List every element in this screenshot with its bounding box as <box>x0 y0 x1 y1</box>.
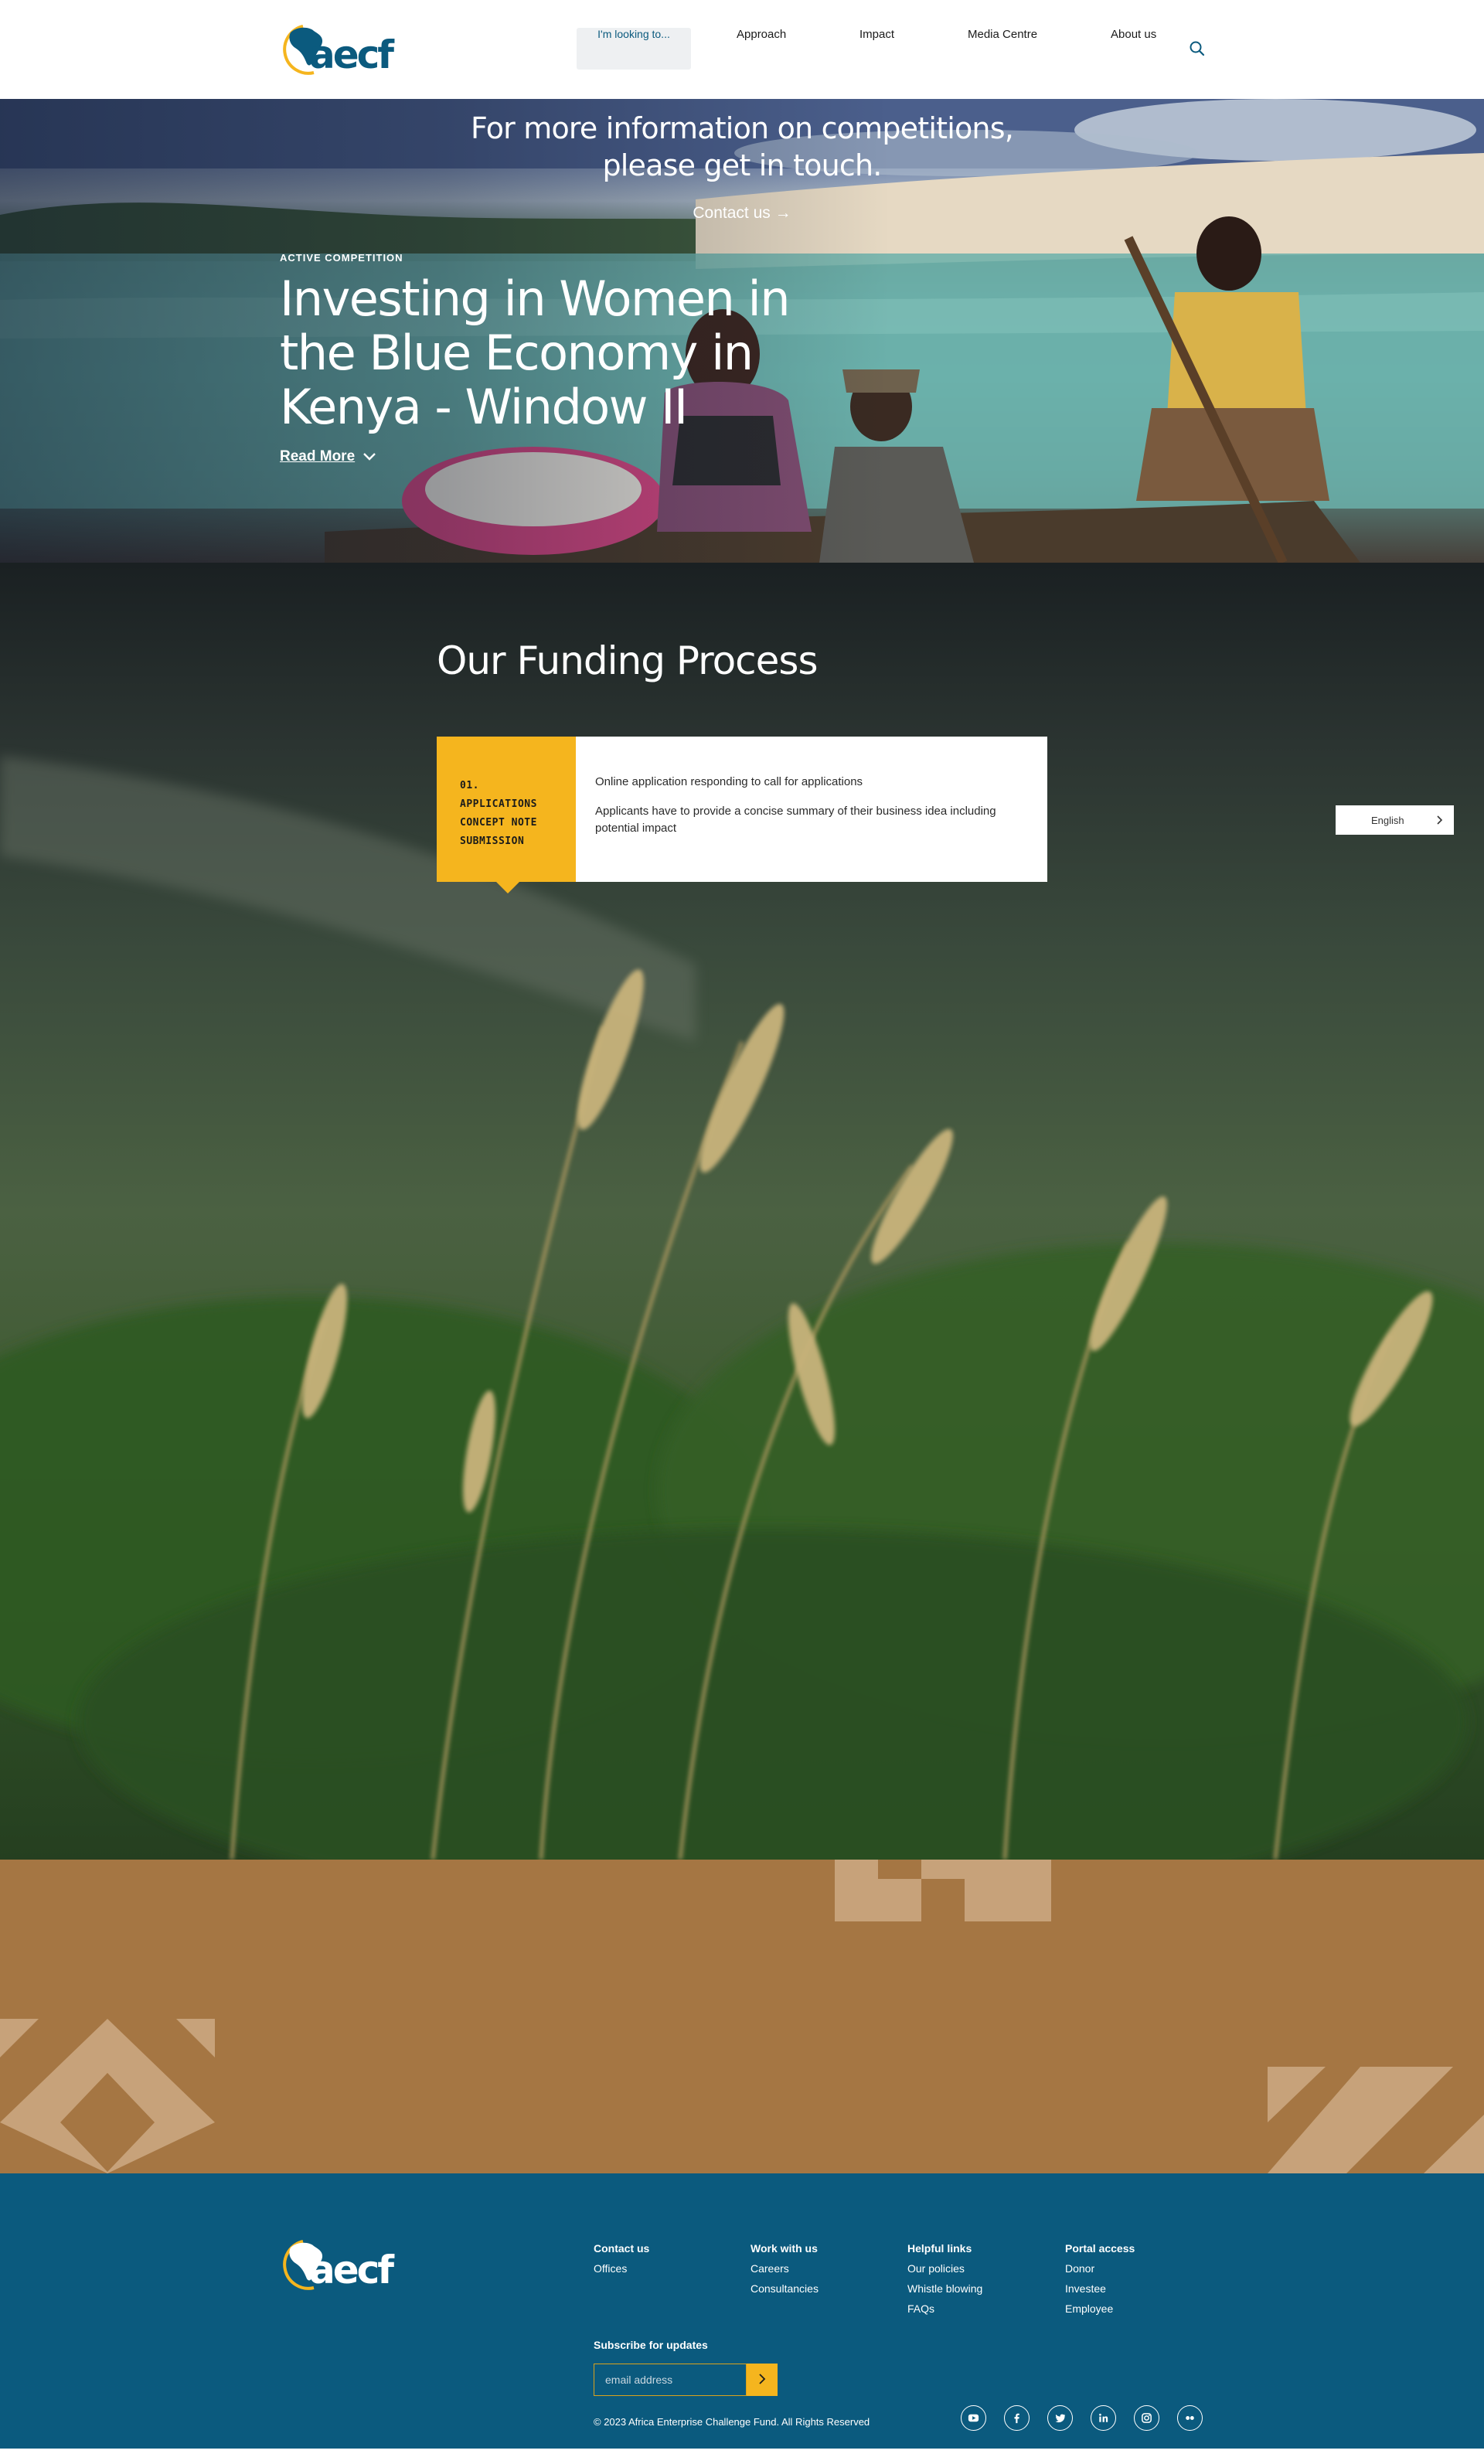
contact-message: For more information on competitions, pl… <box>471 111 1014 182</box>
nav-media-centre[interactable]: Media Centre <box>968 28 1037 70</box>
subscribe-label: Subscribe for updates <box>594 2339 708 2351</box>
footer-column-helpful: Helpful links Our policies Whistle blowi… <box>907 2238 982 2319</box>
step-number: 01. <box>460 780 479 791</box>
footer-link-faqs[interactable]: FAQs <box>907 2299 982 2319</box>
search-button[interactable] <box>1188 39 1207 58</box>
chevron-right-icon <box>759 2373 766 2384</box>
flickr-link[interactable] <box>1177 2405 1203 2431</box>
hero-kicker-label: ACTIVE COMPETITION <box>280 252 403 264</box>
social-links <box>961 2405 1203 2431</box>
funding-step-card: 01. APPLICATIONS CONCEPT NOTE SUBMISSION… <box>437 737 1047 893</box>
instagram-link[interactable] <box>1134 2405 1159 2431</box>
footer-column-work: Work with us Careers Consultancies <box>751 2238 819 2299</box>
hero-title: Investing in Women in the Blue Economy i… <box>280 271 791 435</box>
footer-link-offices[interactable]: Offices <box>594 2258 649 2279</box>
search-icon <box>1190 41 1205 56</box>
step-description: Online application responding to call fo… <box>595 774 1028 837</box>
read-more-label: Read More <box>280 448 356 465</box>
copyright-text: © 2023 Africa Enterprise Challenge Fund.… <box>594 2416 870 2428</box>
footer-link-donor[interactable]: Donor <box>1065 2258 1135 2279</box>
step-description-line-2: Applicants have to provide a concise sum… <box>595 805 996 835</box>
footer-column-contact: Contact us Offices <box>594 2238 649 2279</box>
youtube-link[interactable] <box>961 2405 986 2431</box>
contact-band <box>0 1860 1484 2173</box>
read-more-link[interactable]: Read More <box>280 448 376 465</box>
facebook-icon <box>1014 2413 1019 2424</box>
footer-link-careers[interactable]: Careers <box>751 2258 819 2279</box>
footer-link-whistle-blowing[interactable]: Whistle blowing <box>907 2279 982 2299</box>
language-selector[interactable]: English <box>1336 805 1454 835</box>
funding-process-title: Our Funding Process <box>437 638 819 683</box>
instagram-icon <box>1142 2413 1152 2423</box>
linkedin-link[interactable] <box>1091 2405 1116 2431</box>
footer-logo[interactable]: aecf <box>280 2235 394 2294</box>
youtube-icon <box>968 2414 979 2422</box>
nav-impact[interactable]: Impact <box>859 28 894 70</box>
linkedin-icon <box>1099 2413 1108 2422</box>
footer-heading: Portal access <box>1065 2242 1135 2255</box>
nav-approach[interactable]: Approach <box>737 28 786 70</box>
flickr-icon <box>1186 2416 1194 2420</box>
step-pointer <box>496 882 519 893</box>
nav-about-us[interactable]: About us <box>1111 28 1156 70</box>
footer-heading: Helpful links <box>907 2242 972 2255</box>
twitter-icon <box>1055 2414 1066 2423</box>
step-tab[interactable]: 01. APPLICATIONS CONCEPT NOTE SUBMISSION <box>437 737 576 893</box>
site-header: aecf I'm looking to... Approach Impact M… <box>0 0 1484 99</box>
logo-wordmark: aecf <box>309 32 394 77</box>
step-name: APPLICATIONS CONCEPT NOTE SUBMISSION <box>460 798 537 847</box>
footer-heading: Work with us <box>751 2242 818 2255</box>
email-field[interactable] <box>594 2364 747 2396</box>
footer-column-portal: Portal access Donor Investee Employee <box>1065 2238 1135 2319</box>
geometric-pattern <box>0 1860 1484 2173</box>
footer-heading: Contact us <box>594 2242 650 2255</box>
aecf-logo[interactable]: aecf <box>280 20 394 79</box>
language-label: English <box>1371 815 1404 826</box>
chevron-right-icon <box>1437 815 1443 825</box>
footer-link-consultancies[interactable]: Consultancies <box>751 2279 819 2299</box>
step-description-line-1: Online application responding to call fo… <box>595 775 863 788</box>
footer-logo-wordmark: aecf <box>309 2248 394 2292</box>
footer-link-employee[interactable]: Employee <box>1065 2299 1135 2319</box>
site-footer: aecf Contact us Offices Work with us Car… <box>0 2173 1484 2449</box>
footer-link-investee[interactable]: Investee <box>1065 2279 1135 2299</box>
chevron-down-icon <box>363 453 376 461</box>
footer-link-policies[interactable]: Our policies <box>907 2258 982 2279</box>
facebook-link[interactable] <box>1004 2405 1030 2431</box>
twitter-link[interactable] <box>1047 2405 1073 2431</box>
nav-im-looking-to[interactable]: I'm looking to... <box>577 28 691 70</box>
subscribe-button[interactable] <box>747 2364 778 2396</box>
contact-us-link[interactable]: Contact us → <box>0 204 1484 223</box>
